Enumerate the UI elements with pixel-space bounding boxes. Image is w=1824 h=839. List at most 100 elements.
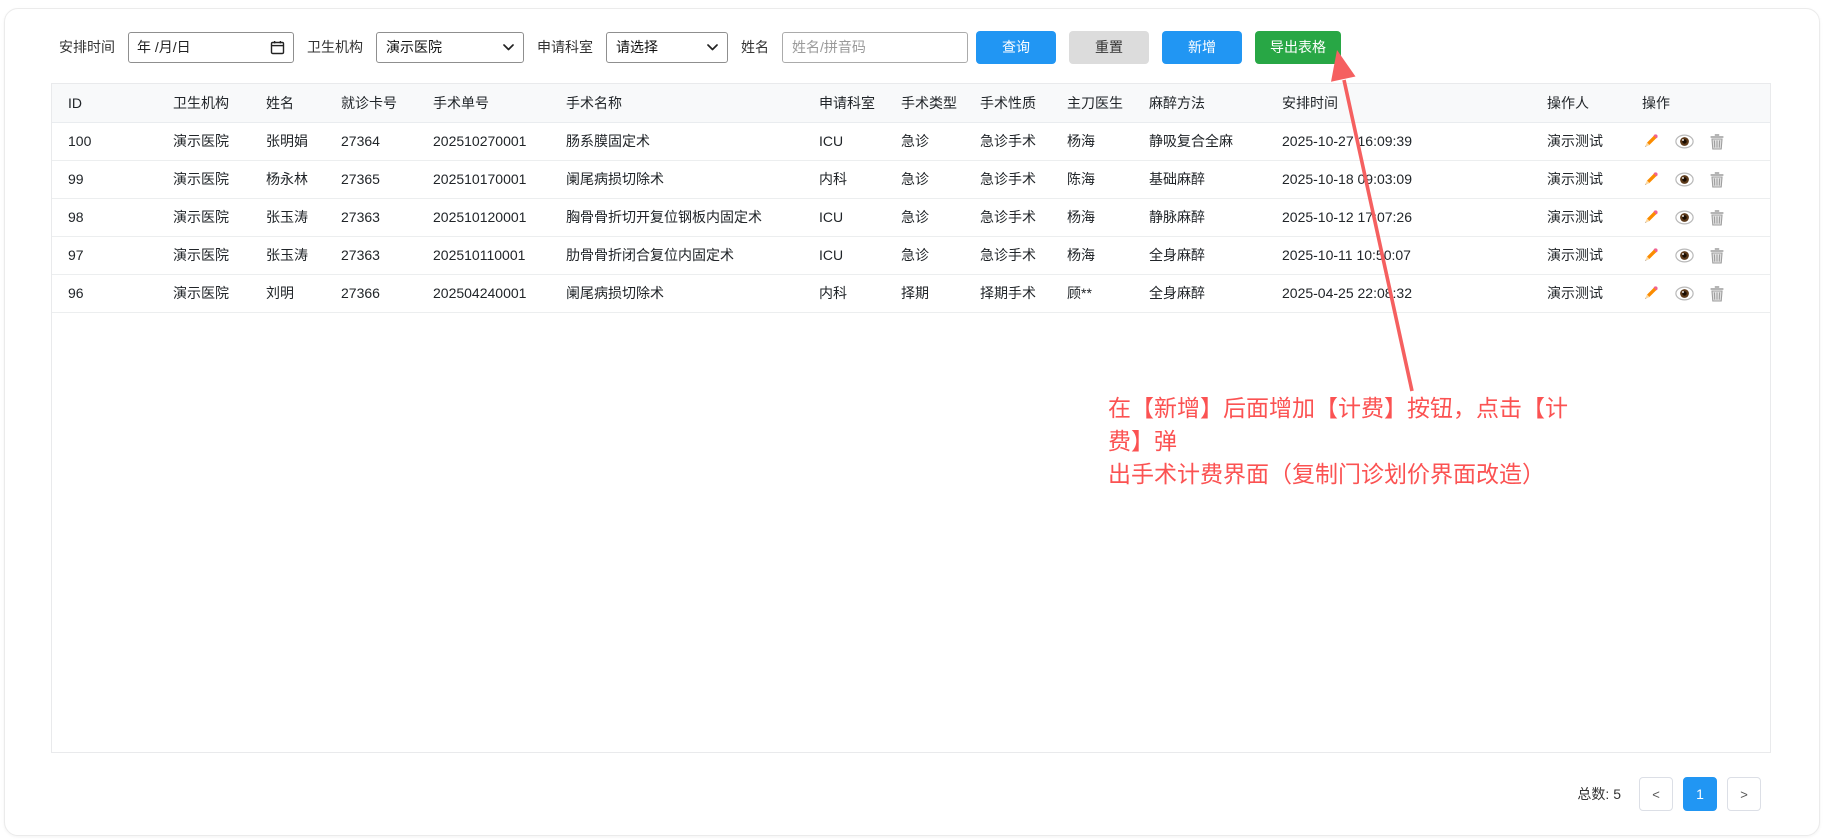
dept-select[interactable]: 请选择 xyxy=(606,32,728,63)
cell-id: 99 xyxy=(52,160,157,198)
cell-name: 张明娟 xyxy=(250,122,325,160)
date-filter-label: 安排时间 xyxy=(59,37,115,57)
cell-id: 97 xyxy=(52,236,157,274)
delete-trash-icon[interactable] xyxy=(1709,209,1725,226)
annotation-line-1: 在【新增】后面增加【计费】按钮，点击【计费】弹 xyxy=(1108,392,1578,458)
date-input-placeholder: 年 /月/日 xyxy=(137,37,264,57)
org-select-value: 演示医院 xyxy=(386,37,495,57)
cell-surgeon: 顾** xyxy=(1051,274,1133,312)
cell-nature: 急诊手术 xyxy=(964,198,1051,236)
cell-nature: 急诊手术 xyxy=(964,122,1051,160)
cell-anesthesia: 静吸复合全麻 xyxy=(1133,122,1266,160)
name-input[interactable] xyxy=(782,32,968,63)
cell-name: 张玉涛 xyxy=(250,198,325,236)
cell-operator: 演示测试 xyxy=(1531,236,1626,274)
view-eye-icon[interactable] xyxy=(1675,134,1694,149)
cell-card-no: 27364 xyxy=(325,122,417,160)
col-header-card-no: 就诊卡号 xyxy=(325,84,417,122)
col-header-dept: 申请科室 xyxy=(803,84,885,122)
cell-order-no: 202504240001 xyxy=(417,274,550,312)
cell-actions xyxy=(1626,122,1770,160)
org-filter-label: 卫生机构 xyxy=(307,37,363,57)
view-eye-icon[interactable] xyxy=(1675,210,1694,225)
cell-surgery: 胸骨骨折切开复位钢板内固定术 xyxy=(550,198,803,236)
edit-pencil-icon[interactable] xyxy=(1642,208,1660,226)
total-count-label: 总数: xyxy=(1577,786,1609,802)
cell-operator: 演示测试 xyxy=(1531,160,1626,198)
cell-surgeon: 陈海 xyxy=(1051,160,1133,198)
cell-operator: 演示测试 xyxy=(1531,198,1626,236)
annotation-note: 在【新增】后面增加【计费】按钮，点击【计费】弹 出手术计费界面（复制门诊划价界面… xyxy=(1108,392,1578,491)
cell-dept: 内科 xyxy=(803,160,885,198)
delete-trash-icon[interactable] xyxy=(1709,247,1725,264)
total-count-value: 5 xyxy=(1613,786,1621,802)
cell-surgeon: 杨海 xyxy=(1051,236,1133,274)
view-eye-icon[interactable] xyxy=(1675,172,1694,187)
cell-time: 2025-04-25 22:08:32 xyxy=(1266,274,1531,312)
cell-surgery: 肋骨骨折闭合复位内固定术 xyxy=(550,236,803,274)
prev-page-button[interactable]: < xyxy=(1639,777,1673,811)
delete-trash-icon[interactable] xyxy=(1709,171,1725,188)
calendar-icon[interactable] xyxy=(270,40,285,55)
cell-order-no: 202510110001 xyxy=(417,236,550,274)
cell-anesthesia: 静脉麻醉 xyxy=(1133,198,1266,236)
delete-trash-icon[interactable] xyxy=(1709,133,1725,150)
next-page-button[interactable]: > xyxy=(1727,777,1761,811)
delete-trash-icon[interactable] xyxy=(1709,285,1725,302)
cell-id: 98 xyxy=(52,198,157,236)
cell-name: 刘明 xyxy=(250,274,325,312)
edit-pencil-icon[interactable] xyxy=(1642,170,1660,188)
col-header-nature: 手术性质 xyxy=(964,84,1051,122)
cell-card-no: 27363 xyxy=(325,236,417,274)
view-eye-icon[interactable] xyxy=(1675,248,1694,263)
cell-id: 96 xyxy=(52,274,157,312)
table-row: 96 演示医院 刘明 27366 202504240001 阑尾病损切除术 内科… xyxy=(52,274,1770,312)
table-row: 100 演示医院 张明娟 27364 202510270001 肠系膜固定术 I… xyxy=(52,122,1770,160)
surgery-table: ID 卫生机构 姓名 就诊卡号 手术单号 手术名称 申请科室 手术类型 手术性质… xyxy=(52,84,1770,313)
org-select[interactable]: 演示医院 xyxy=(376,32,524,63)
cell-card-no: 27365 xyxy=(325,160,417,198)
cell-anesthesia: 基础麻醉 xyxy=(1133,160,1266,198)
cell-nature: 择期手术 xyxy=(964,274,1051,312)
cell-actions xyxy=(1626,160,1770,198)
edit-pencil-icon[interactable] xyxy=(1642,132,1660,150)
edit-pencil-icon[interactable] xyxy=(1642,246,1660,264)
cell-card-no: 27366 xyxy=(325,274,417,312)
add-button[interactable]: 新增 xyxy=(1162,31,1242,64)
page-1-button[interactable]: 1 xyxy=(1683,777,1717,811)
col-header-id: ID xyxy=(52,84,157,122)
cell-anesthesia: 全身麻醉 xyxy=(1133,274,1266,312)
cell-anesthesia: 全身麻醉 xyxy=(1133,236,1266,274)
annotation-line-2: 出手术计费界面（复制门诊划价界面改造） xyxy=(1108,458,1578,491)
dept-select-value: 请选择 xyxy=(616,37,699,57)
filter-toolbar: 安排时间 年 /月/日 卫生机构 演示医院 申请科室 请选择 姓名 查询 重置 … xyxy=(59,29,1765,65)
col-header-type: 手术类型 xyxy=(885,84,964,122)
cell-type: 择期 xyxy=(885,274,964,312)
date-input[interactable]: 年 /月/日 xyxy=(128,32,294,63)
cell-dept: ICU xyxy=(803,236,885,274)
edit-pencil-icon[interactable] xyxy=(1642,284,1660,302)
cell-actions xyxy=(1626,236,1770,274)
cell-operator: 演示测试 xyxy=(1531,122,1626,160)
col-header-surgery: 手术名称 xyxy=(550,84,803,122)
query-button[interactable]: 查询 xyxy=(976,31,1056,64)
export-button[interactable]: 导出表格 xyxy=(1255,31,1341,64)
reset-button[interactable]: 重置 xyxy=(1069,31,1149,64)
pagination: 总数: 5 < 1 > xyxy=(1577,777,1761,811)
cell-time: 2025-10-12 17:07:26 xyxy=(1266,198,1531,236)
cell-time: 2025-10-27 16:09:39 xyxy=(1266,122,1531,160)
cell-surgery: 肠系膜固定术 xyxy=(550,122,803,160)
cell-name: 杨永林 xyxy=(250,160,325,198)
col-header-actions: 操作 xyxy=(1626,84,1770,122)
cell-org: 演示医院 xyxy=(157,198,250,236)
total-count: 总数: 5 xyxy=(1577,784,1621,804)
col-header-anesthesia: 麻醉方法 xyxy=(1133,84,1266,122)
cell-nature: 急诊手术 xyxy=(964,236,1051,274)
cell-surgery: 阑尾病损切除术 xyxy=(550,274,803,312)
col-header-org: 卫生机构 xyxy=(157,84,250,122)
view-eye-icon[interactable] xyxy=(1675,286,1694,301)
table-row: 99 演示医院 杨永林 27365 202510170001 阑尾病损切除术 内… xyxy=(52,160,1770,198)
name-filter-label: 姓名 xyxy=(741,37,769,57)
cell-type: 急诊 xyxy=(885,160,964,198)
cell-order-no: 202510120001 xyxy=(417,198,550,236)
